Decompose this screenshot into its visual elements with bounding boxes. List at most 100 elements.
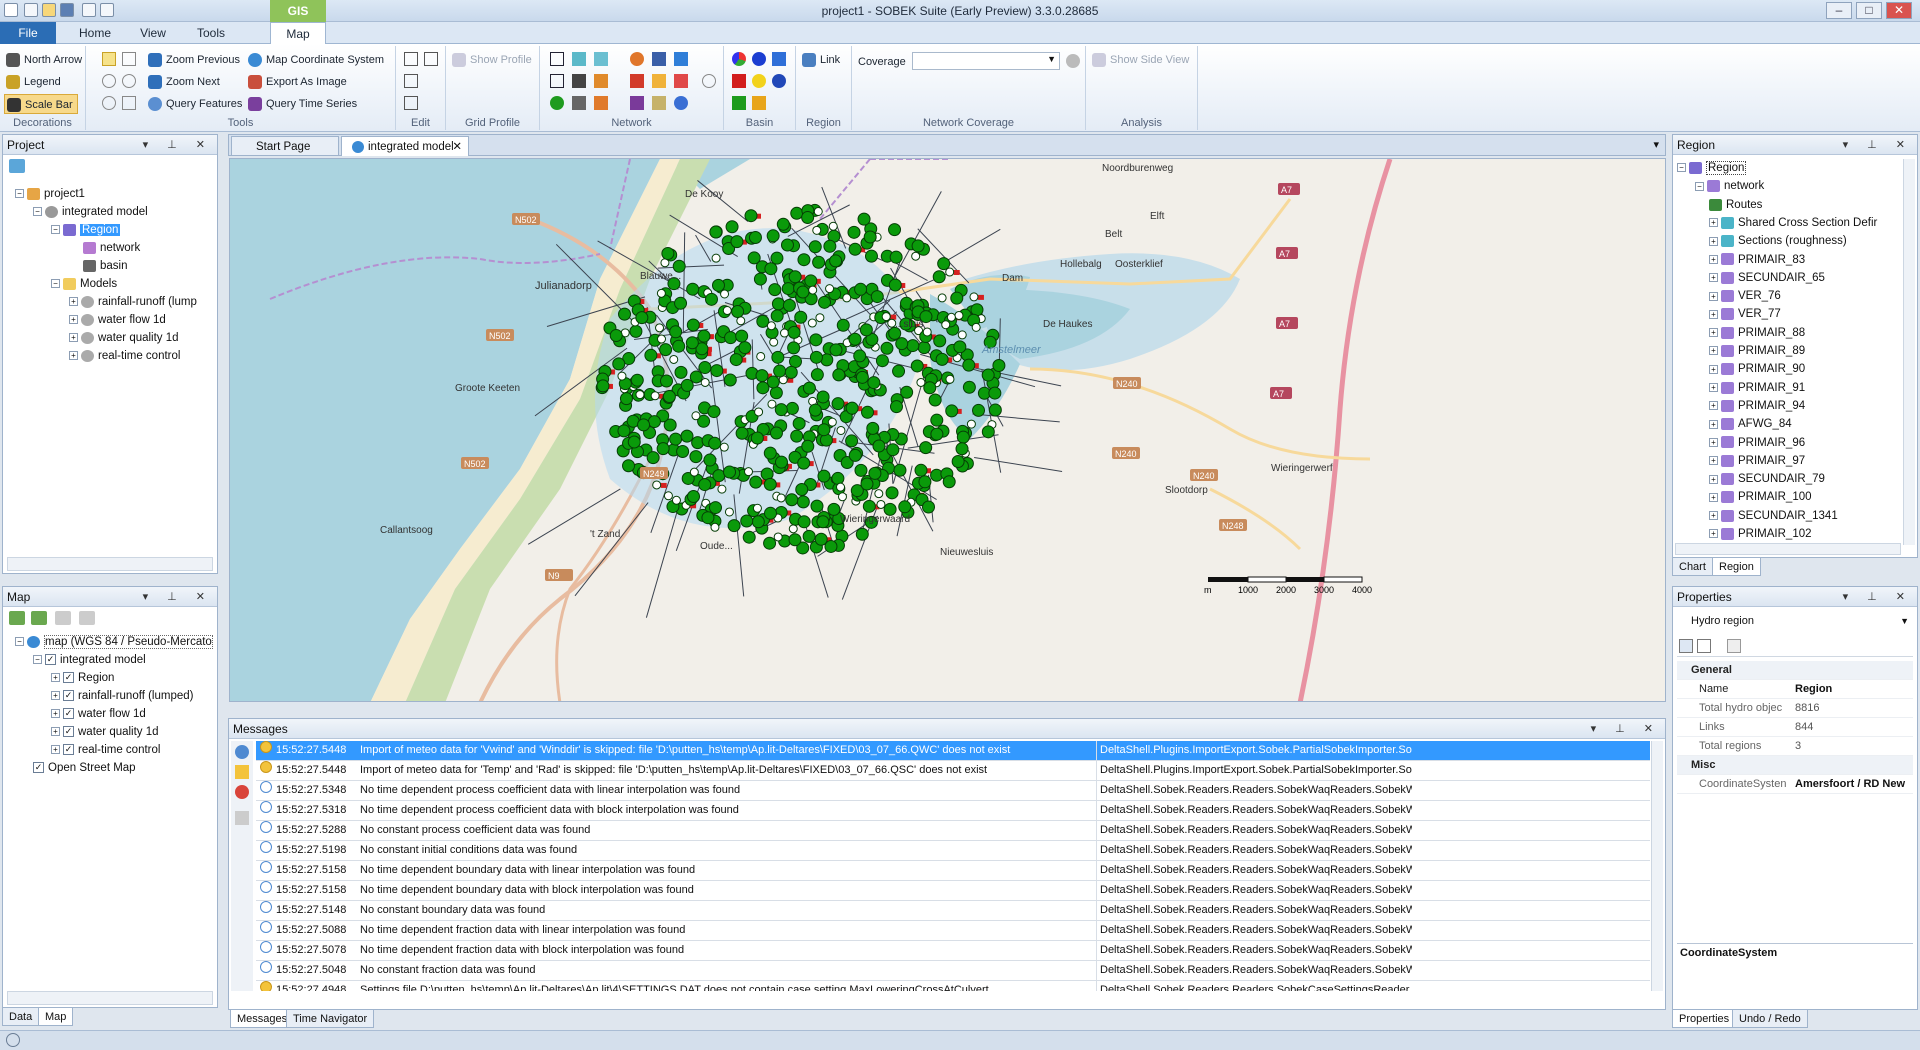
expand-icon[interactable]: +: [1709, 218, 1718, 228]
tab-chart[interactable]: Chart: [1672, 558, 1713, 576]
message-row[interactable]: 15:52:27.5048 No constant fraction data w…: [256, 961, 1650, 981]
hbv-icon[interactable]: [752, 96, 766, 110]
coverage-select[interactable]: ▼: [912, 52, 1060, 70]
region-tree-node[interactable]: + PRIMAIR_88: [1709, 324, 1805, 342]
panel-controls[interactable]: ▾ ⊥ ✕: [143, 135, 213, 155]
link-button[interactable]: Link: [800, 50, 840, 70]
map-view[interactable]: Noordburenweg De Kooy Julianadorp Blauwe…: [229, 158, 1666, 702]
add-branch-icon[interactable]: [550, 52, 564, 66]
region-tree-node[interactable]: − Region: [1677, 159, 1747, 177]
message-row[interactable]: 15:52:27.5158 No time dependent boundary …: [256, 861, 1650, 881]
region-tree-node[interactable]: + SECUNDAIR_1341: [1709, 507, 1838, 525]
property-section-general[interactable]: General: [1677, 661, 1913, 680]
region-tree-node[interactable]: + Sections (roughness): [1709, 232, 1847, 250]
add-wms-layer-icon[interactable]: [31, 611, 47, 625]
tab-data[interactable]: Data: [2, 1008, 40, 1026]
pump-icon[interactable]: [674, 52, 688, 66]
tab-list-icon[interactable]: ▾: [1653, 138, 1659, 151]
checkbox-icon[interactable]: ✓: [63, 744, 74, 756]
message-row[interactable]: 15:52:27.5348 No time dependent process c…: [256, 781, 1650, 801]
zoom-extent-icon[interactable]: [122, 96, 136, 110]
tree-node-water-quality[interactable]: + water quality 1d: [69, 329, 179, 347]
layer-region[interactable]: + ✓ Region: [51, 669, 114, 687]
map-canvas[interactable]: Noordburenweg De Kooy Julianadorp Blauwe…: [230, 159, 1666, 702]
checkbox-icon[interactable]: ✓: [63, 672, 74, 684]
region-tree-node[interactable]: + PRIMAIR_91: [1709, 379, 1805, 397]
property-row[interactable]: Total regions 3: [1677, 737, 1913, 756]
layer-open-street-map[interactable]: ✓ Open Street Map: [33, 759, 136, 777]
property-object-select[interactable]: Hydro region ▼: [1677, 611, 1913, 631]
expand-icon[interactable]: −: [1677, 163, 1686, 173]
doc-tab-integrated-model[interactable]: integrated model ✕: [341, 136, 469, 156]
bridge-icon[interactable]: [652, 52, 666, 66]
layer-real-time-control[interactable]: + ✓ real-time control: [51, 741, 160, 759]
maximize-button[interactable]: □: [1856, 2, 1882, 19]
expand-icon[interactable]: +: [1709, 474, 1718, 484]
checkbox-icon[interactable]: ✓: [45, 654, 56, 666]
tab-view[interactable]: View: [128, 22, 178, 44]
wwtp-icon[interactable]: [732, 74, 746, 88]
measure-icon[interactable]: [102, 96, 116, 110]
compound-icon[interactable]: [630, 96, 644, 110]
region-tree-node[interactable]: + VER_76: [1709, 287, 1781, 305]
cross-section-icon[interactable]: [572, 52, 586, 66]
expand-icon[interactable]: +: [1709, 364, 1718, 374]
pan-icon[interactable]: [122, 52, 136, 66]
catchment-icon[interactable]: [732, 52, 746, 66]
tab-tools[interactable]: Tools: [186, 22, 236, 44]
expand-icon[interactable]: +: [1709, 273, 1718, 283]
sort-alpha-icon[interactable]: [1697, 639, 1711, 653]
expand-icon[interactable]: +: [1709, 529, 1718, 539]
lateral-icon[interactable]: [572, 74, 586, 88]
expand-icon[interactable]: +: [1709, 346, 1718, 356]
region-tree-node[interactable]: + PRIMAIR_96: [1709, 434, 1805, 452]
doc-tab-start-page[interactable]: Start Page: [231, 136, 339, 156]
message-row[interactable]: 15:52:27.4948 Settings file D:\putten_hs\…: [256, 981, 1650, 991]
expand-icon[interactable]: +: [1709, 401, 1718, 411]
retention-icon[interactable]: [572, 96, 586, 110]
zoom-next-button[interactable]: Zoom Next: [146, 72, 220, 92]
tab-undo-redo[interactable]: Undo / Redo: [1732, 1010, 1808, 1028]
layer-integrated-model[interactable]: − ✓ integrated model: [33, 651, 146, 669]
tree-node-network[interactable]: network: [83, 239, 140, 257]
add-point-icon[interactable]: [404, 74, 418, 88]
region-tree-node[interactable]: + PRIMAIR_94: [1709, 397, 1805, 415]
triangle-structure-icon[interactable]: [630, 74, 644, 88]
region-tree-node[interactable]: + PRIMAIR_102: [1709, 525, 1812, 543]
region-tree-node[interactable]: + PRIMAIR_83: [1709, 251, 1805, 269]
tree-node-water-flow[interactable]: + water flow 1d: [69, 311, 166, 329]
add-layer-icon[interactable]: [9, 611, 25, 625]
message-row[interactable]: 15:52:27.5448 Import of meteo data for 'T…: [256, 761, 1650, 781]
message-row[interactable]: 15:52:27.5148 No constant boundary data w…: [256, 901, 1650, 921]
region-tree-node[interactable]: + SECUNDAIR_65: [1709, 269, 1825, 287]
layer-water-flow[interactable]: + ✓ water flow 1d: [51, 705, 146, 723]
property-section-misc[interactable]: Misc: [1677, 756, 1913, 775]
property-row[interactable]: CoordinateSysten Amersfoort / RD New: [1677, 775, 1913, 794]
info-icon[interactable]: [102, 74, 116, 88]
expand-icon[interactable]: +: [1709, 511, 1718, 521]
zoom-icon[interactable]: [122, 74, 136, 88]
checkbox-icon[interactable]: ✓: [63, 690, 74, 702]
expand-icon[interactable]: +: [1709, 309, 1718, 319]
tab-map-panel[interactable]: Map: [38, 1008, 74, 1026]
cross-section-yz-icon[interactable]: [594, 52, 608, 66]
property-row[interactable]: Name Region: [1677, 680, 1913, 699]
expand-icon[interactable]: +: [1709, 419, 1718, 429]
observation-icon[interactable]: [674, 74, 688, 88]
query-time-series-button[interactable]: Query Time Series: [246, 94, 357, 114]
add-node-icon[interactable]: [550, 96, 564, 110]
expand-icon[interactable]: +: [1709, 456, 1718, 466]
region-tree-node[interactable]: + SECUNDAIR_79: [1709, 470, 1825, 488]
close-tab-icon[interactable]: ✕: [452, 137, 462, 157]
expand-icon[interactable]: +: [1709, 328, 1718, 338]
tab-file[interactable]: File: [0, 22, 56, 44]
tree-node-project1[interactable]: − project1: [15, 185, 85, 203]
openwater-icon[interactable]: [772, 74, 786, 88]
message-row[interactable]: 15:52:27.5318 No time dependent process c…: [256, 801, 1650, 821]
move-icon[interactable]: [424, 52, 438, 66]
region-tree-node[interactable]: − network: [1695, 177, 1764, 195]
message-row[interactable]: 15:52:27.5088 No time dependent fraction …: [256, 921, 1650, 941]
show-side-view-button[interactable]: Show Side View: [1090, 50, 1189, 70]
panel-controls[interactable]: ▾ ⊥ ✕: [1591, 719, 1661, 739]
layer-water-quality[interactable]: + ✓ water quality 1d: [51, 723, 159, 741]
